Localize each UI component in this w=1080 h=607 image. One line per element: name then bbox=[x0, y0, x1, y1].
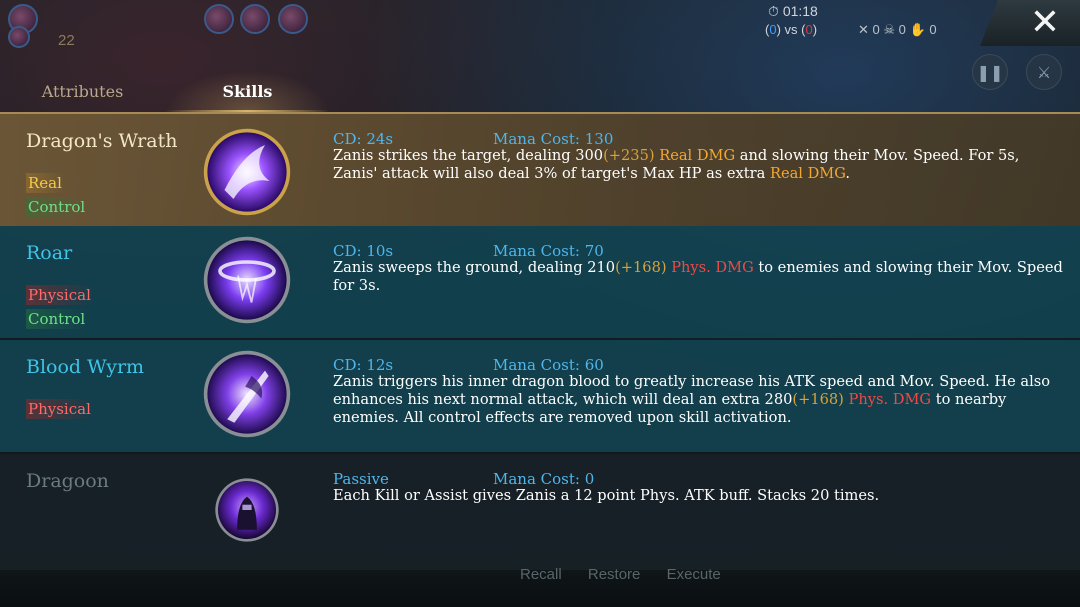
skill-row-roar[interactable]: Roar Physical Control CD: 10s Mana Cost:… bbox=[0, 226, 1080, 338]
desc-text: Zanis strikes the target, dealing 300 bbox=[333, 147, 604, 164]
desc-text: . bbox=[845, 165, 851, 182]
skills-panel: Dragon's Wrath Real Control CD: 24s Mana… bbox=[0, 112, 1080, 570]
skill-row-dragons-wrath[interactable]: Dragon's Wrath Real Control CD: 24s Mana… bbox=[0, 112, 1080, 226]
assist-icon: ✋ bbox=[909, 22, 926, 37]
skill-row-dragoon-passive[interactable]: Dragoon Passive Mana Cost: 0 Each Kill o… bbox=[0, 454, 1080, 570]
skill-type-passive: Passive bbox=[333, 470, 389, 488]
match-timer: ⏱ 01:18 bbox=[768, 3, 818, 20]
shop-button[interactable]: ⚔ bbox=[1026, 54, 1062, 90]
tab-bar: Attributes Skills bbox=[0, 70, 330, 112]
stat-assists: 0 bbox=[929, 22, 937, 37]
skill-name: Blood Wyrm bbox=[26, 356, 145, 378]
dragons-wrath-icon bbox=[202, 127, 292, 217]
skill-cooldown: CD: 24s bbox=[333, 130, 394, 148]
execute-button[interactable]: Execute bbox=[667, 566, 721, 583]
tag-control: Control bbox=[26, 309, 88, 329]
desc-scaling-text: (+168) bbox=[792, 391, 844, 408]
stat-kills: 0 bbox=[872, 22, 880, 37]
ally-portrait bbox=[278, 4, 308, 34]
skill-mana-cost: Mana Cost: 70 bbox=[493, 242, 604, 260]
tab-attributes[interactable]: Attributes bbox=[0, 70, 165, 112]
skill-description: Zanis triggers his inner dragon blood to… bbox=[333, 373, 1063, 427]
skill-description: Zanis sweeps the ground, dealing 210(+16… bbox=[333, 259, 1063, 295]
skill-row-blood-wyrm[interactable]: Blood Wyrm Physical CD: 12s Mana Cost: 6… bbox=[0, 340, 1080, 452]
skill-mana-cost: Mana Cost: 0 bbox=[493, 470, 595, 488]
blood-wyrm-icon bbox=[202, 349, 292, 439]
top-hud: 22 ⏱ 01:18 (0) vs (0) ✕ 0 ☠ 0 ✋ 0 bbox=[0, 0, 1080, 60]
score-vs: vs bbox=[784, 22, 798, 37]
timer-value: 01:18 bbox=[782, 3, 818, 19]
tag-physical: Physical bbox=[26, 399, 93, 419]
sword-icon: ⚔ bbox=[1036, 62, 1052, 82]
restore-button[interactable]: Restore bbox=[588, 566, 641, 583]
red-score: 0 bbox=[805, 22, 813, 37]
skill-name: Roar bbox=[26, 242, 73, 264]
ally-portrait bbox=[240, 4, 270, 34]
recall-button[interactable]: Recall bbox=[520, 566, 562, 583]
skill-cooldown: CD: 10s bbox=[333, 242, 394, 260]
roar-icon bbox=[202, 235, 292, 325]
desc-gold-text: Real DMG bbox=[659, 147, 736, 164]
blue-score: 0 bbox=[769, 22, 777, 37]
skill-name: Dragon's Wrath bbox=[26, 130, 178, 152]
skill-description: Zanis strikes the target, dealing 300(+2… bbox=[333, 147, 1063, 183]
skull-icon: ☠ bbox=[883, 22, 896, 37]
skill-name: Dragoon bbox=[26, 470, 109, 492]
skill-mana-cost: Mana Cost: 130 bbox=[493, 130, 614, 148]
stat-deaths: 0 bbox=[898, 22, 906, 37]
skill-description: Each Kill or Assist gives Zanis a 12 poi… bbox=[333, 487, 1063, 505]
tag-physical: Physical bbox=[26, 285, 93, 305]
tag-real: Real bbox=[26, 173, 64, 193]
pause-button[interactable]: ❚❚ bbox=[972, 54, 1008, 90]
tag-control: Control bbox=[26, 197, 88, 217]
tab-skills[interactable]: Skills bbox=[165, 70, 330, 112]
pause-icon: ❚❚ bbox=[976, 62, 1004, 82]
clock-icon: ⏱ bbox=[768, 3, 779, 19]
bottom-buttons: Recall Restore Execute bbox=[520, 566, 743, 583]
team-score: (0) vs (0) bbox=[765, 22, 818, 37]
hero-portrait-small bbox=[8, 26, 30, 48]
desc-scaling-text: (+168) bbox=[615, 259, 667, 276]
desc-scaling-text: (+235) bbox=[603, 147, 655, 164]
skill-mana-cost: Mana Cost: 60 bbox=[493, 356, 604, 374]
kda-stats: ✕ 0 ☠ 0 ✋ 0 bbox=[858, 22, 937, 38]
desc-text: Zanis sweeps the ground, dealing 210 bbox=[333, 259, 616, 276]
ally-portrait bbox=[204, 4, 234, 34]
skill-cooldown: CD: 12s bbox=[333, 356, 394, 374]
desc-gold-text: Real DMG bbox=[769, 165, 846, 182]
team-kill-count: 22 bbox=[58, 32, 75, 49]
desc-red-text: Phys. DMG bbox=[671, 259, 754, 276]
desc-text: Each Kill or Assist gives Zanis a 12 poi… bbox=[333, 487, 880, 504]
swords-icon: ✕ bbox=[858, 22, 869, 37]
desc-red-text: Phys. DMG bbox=[848, 391, 932, 408]
close-icon: ✕ bbox=[1029, 2, 1061, 43]
dragoon-icon bbox=[214, 477, 280, 543]
